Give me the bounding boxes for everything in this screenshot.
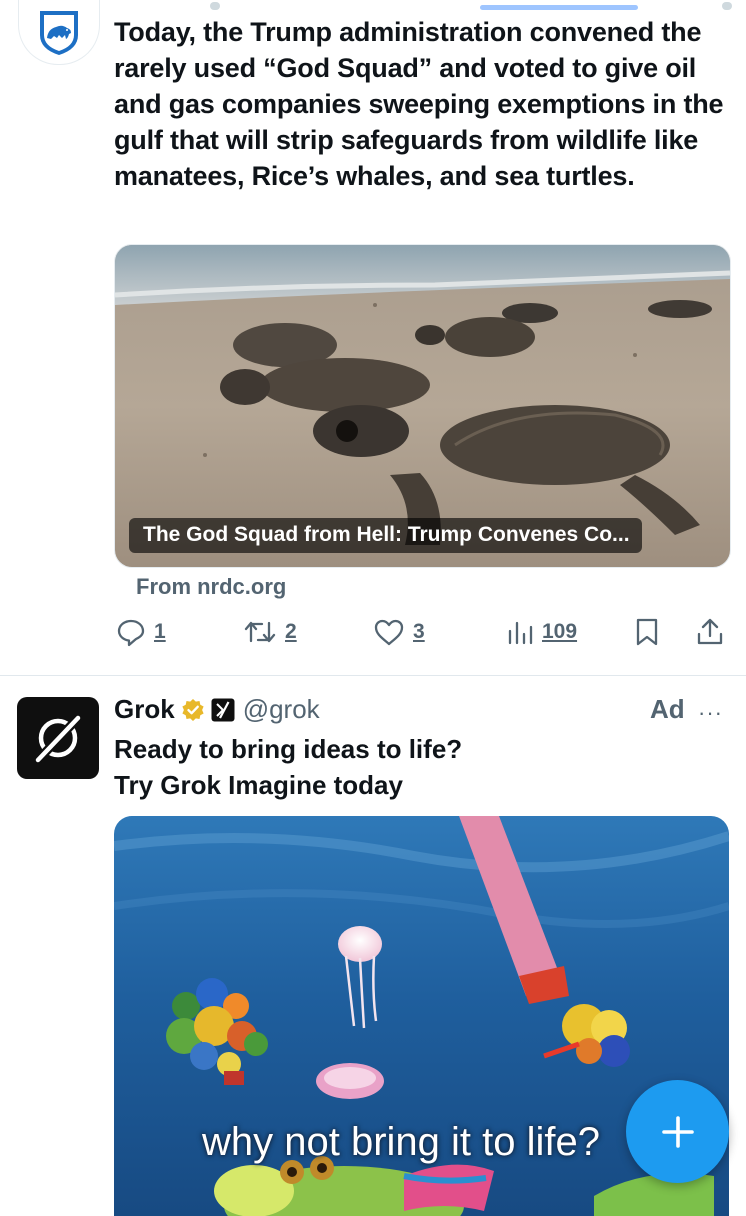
views-count: 109	[542, 620, 578, 643]
reply-count: 1	[154, 620, 166, 643]
ad-text-line-2: Try Grok Imagine today	[114, 770, 403, 800]
nrdc-logo	[40, 11, 78, 55]
bookmark-icon	[636, 618, 658, 646]
repost-button[interactable]: 2	[243, 617, 297, 647]
views-button[interactable]: 109	[506, 617, 577, 647]
bookmark-button[interactable]	[634, 617, 660, 647]
share-icon	[697, 618, 723, 645]
x-affiliate-icon	[211, 698, 235, 721]
reply-icon	[117, 619, 145, 647]
post-text: Today, the Trump administration convened…	[114, 17, 724, 191]
ad-text: Ready to bring ideas to life? Try Grok I…	[114, 731, 462, 803]
top-dot	[210, 2, 220, 10]
top-dot	[722, 2, 732, 10]
like-icon	[374, 619, 404, 646]
reply-button[interactable]: 1	[116, 617, 166, 647]
post-actions: 1 2 3 109	[0, 617, 746, 653]
views-icon	[508, 621, 533, 645]
compose-button[interactable]	[626, 1080, 729, 1183]
repost-count: 2	[285, 620, 297, 643]
grok-logo	[34, 714, 82, 764]
like-button[interactable]: 3	[373, 617, 425, 647]
share-button[interactable]	[695, 617, 725, 647]
ad-label: Ad	[650, 694, 685, 724]
feed-divider	[0, 675, 746, 676]
card-source[interactable]: From nrdc.org	[136, 574, 286, 600]
top-scroll-indicator	[480, 5, 638, 10]
author-name[interactable]: Grok	[114, 694, 175, 725]
link-card[interactable]: The God Squad from Hell: Trump Convenes …	[114, 244, 731, 568]
like-count: 3	[413, 620, 425, 643]
nrdc-avatar[interactable]	[18, 0, 100, 65]
author-handle[interactable]: @grok	[243, 694, 320, 725]
verified-badge-icon	[182, 698, 204, 721]
more-icon[interactable]: ···	[698, 700, 723, 726]
video-caption: why not bring it to life?	[202, 1120, 600, 1164]
ad-text-line-1: Ready to bring ideas to life?	[114, 734, 463, 764]
compose-plus-icon	[661, 1115, 694, 1148]
ad-header: Grok @grok	[114, 694, 320, 725]
grok-avatar[interactable]	[17, 697, 99, 779]
card-title: The God Squad from Hell: Trump Convenes …	[129, 518, 642, 553]
repost-icon	[244, 621, 276, 643]
